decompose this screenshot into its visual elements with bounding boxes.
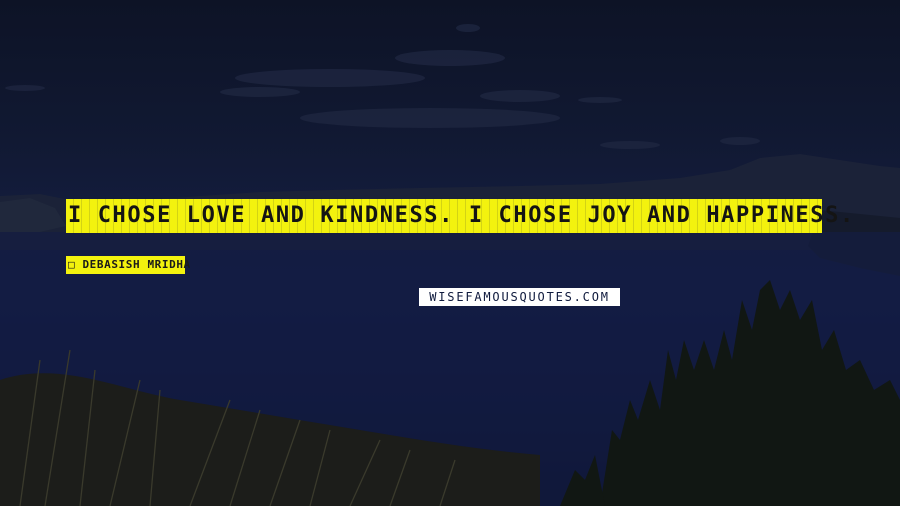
author-name: □ Debasish Mridha xyxy=(68,258,191,271)
landscape-background xyxy=(0,24,900,506)
quote-image: I chose love and kindness. I chose joy a… xyxy=(0,0,900,506)
watermark-label: WISEFAMOUSQUOTES.COM xyxy=(419,288,620,306)
quote-text: I chose love and kindness. I chose joy a… xyxy=(68,203,855,228)
clouds xyxy=(5,24,760,149)
